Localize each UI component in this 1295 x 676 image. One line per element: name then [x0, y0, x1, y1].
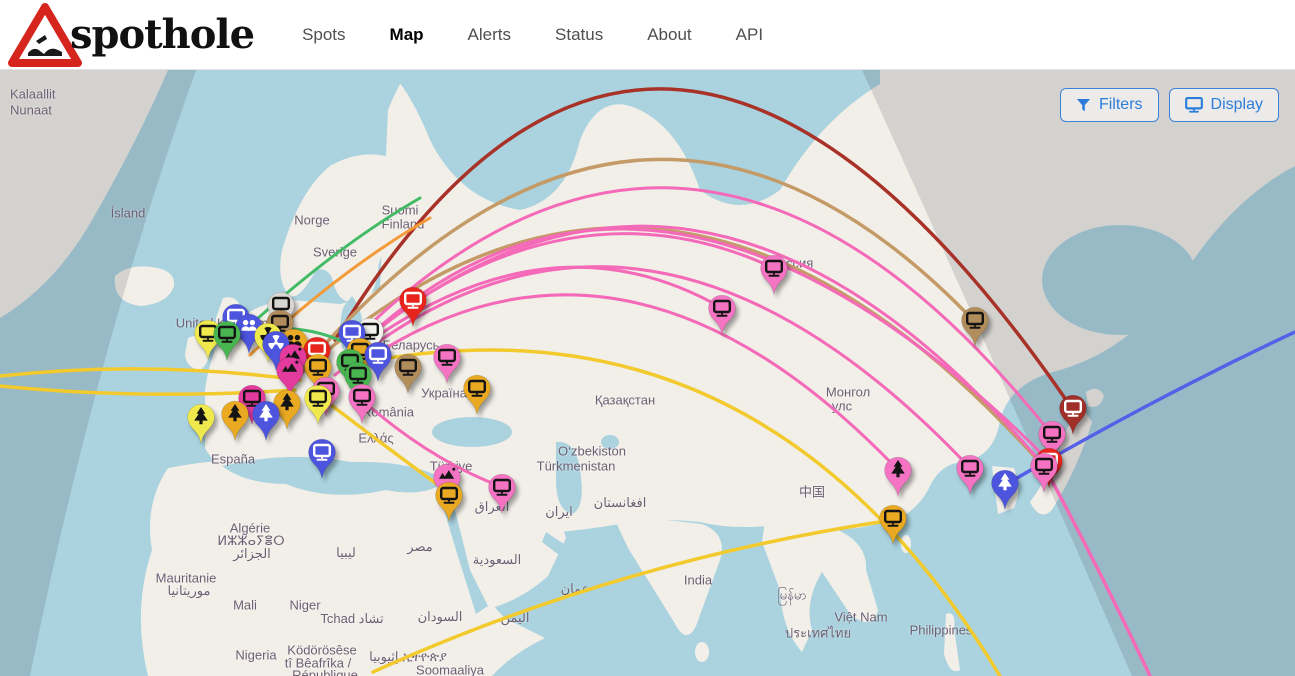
map-marker-computer[interactable] [462, 374, 492, 416]
spot-path [335, 267, 970, 468]
spot-paths-layer [0, 70, 1295, 676]
map-marker-computer[interactable] [432, 343, 462, 385]
spot-path [292, 228, 1043, 466]
map-marker-computer[interactable] [212, 320, 242, 362]
nav-item-api[interactable]: API [736, 25, 763, 45]
app-header: spothole Spots Map Alerts Status About API [0, 0, 1295, 70]
map-marker-computer[interactable] [434, 481, 464, 523]
map-marker-computer[interactable] [398, 286, 428, 328]
filters-button[interactable]: Filters [1060, 88, 1159, 122]
map-marker-computer[interactable] [303, 384, 333, 426]
map-marker-computer[interactable] [960, 306, 990, 348]
map-marker-computer[interactable] [1029, 452, 1059, 494]
map-marker-computer[interactable] [347, 383, 377, 425]
spot-path [348, 188, 1052, 435]
display-button-label: Display [1211, 96, 1263, 114]
map-marker-computer[interactable] [707, 294, 737, 336]
map-controls: Filters Display [1060, 88, 1279, 122]
display-icon [1185, 97, 1203, 113]
nav-item-map[interactable]: Map [390, 25, 424, 45]
map-marker-computer[interactable] [393, 353, 423, 395]
nav-item-status[interactable]: Status [555, 25, 603, 45]
map-marker-tree[interactable] [883, 456, 913, 498]
map-marker-tree[interactable] [990, 469, 1020, 511]
map-marker-computer[interactable] [759, 254, 789, 296]
map-marker-computer[interactable] [955, 454, 985, 496]
map-canvas[interactable]: KalaallitNunaatÍslandNorgeSverigeSuomiFi… [0, 70, 1295, 676]
spot-path [1044, 466, 1150, 676]
logo[interactable]: spothole [6, 1, 254, 69]
spot-path [298, 159, 975, 375]
nav-item-about[interactable]: About [647, 25, 691, 45]
nav-item-alerts[interactable]: Alerts [468, 25, 511, 45]
main-nav: Spots Map Alerts Status About API [302, 25, 763, 45]
map-marker-computer[interactable] [487, 473, 517, 515]
spot-path [0, 369, 300, 380]
map-marker-tree[interactable] [251, 400, 281, 442]
nav-item-spots[interactable]: Spots [302, 25, 345, 45]
display-button[interactable]: Display [1169, 88, 1279, 122]
map-marker-computer[interactable] [307, 438, 337, 480]
map-marker-computer[interactable] [878, 504, 908, 546]
filter-icon [1076, 98, 1091, 113]
map-marker-tree[interactable] [186, 403, 216, 445]
brand-name: spothole [70, 11, 254, 58]
map-marker-tree[interactable] [220, 400, 250, 442]
filters-button-label: Filters [1099, 96, 1143, 114]
spot-path [373, 520, 893, 672]
